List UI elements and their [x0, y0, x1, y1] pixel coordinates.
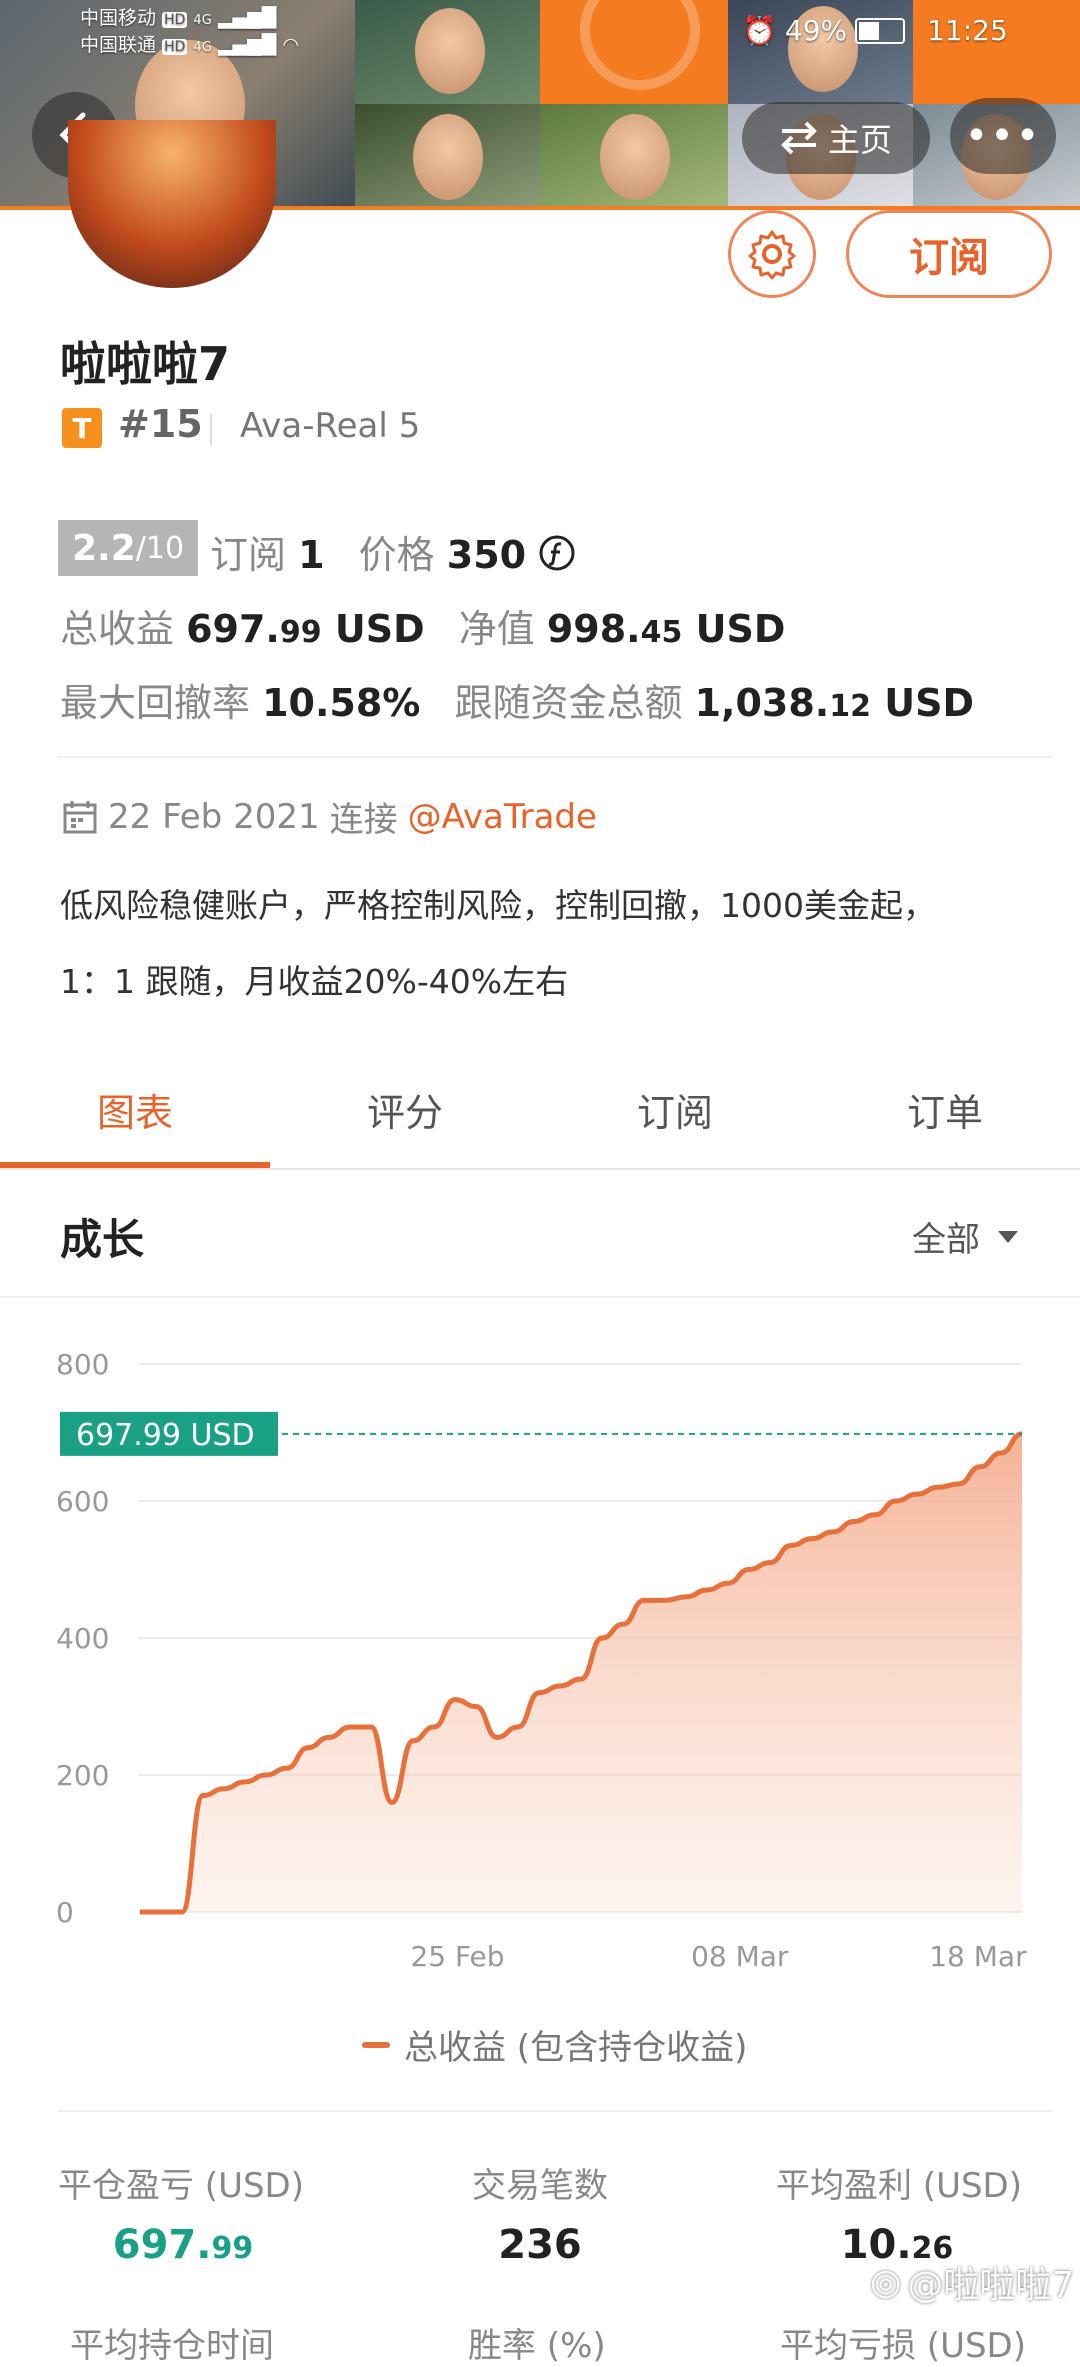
swap-arrows-icon: [781, 121, 817, 155]
status-right: ⏰ 49% 11:25: [742, 14, 1008, 47]
score-badge: 2.2/10: [58, 520, 199, 576]
banner-photo: [355, 0, 540, 104]
legend-swatch: [362, 2041, 390, 2048]
weibo-icon: ◎: [870, 2261, 902, 2303]
avg-hold-label: 平均持仓时间: [70, 2326, 274, 2366]
y-tick-label: 400: [56, 1622, 109, 1655]
divider: [0, 1296, 1080, 1298]
closed-pl-label: 平仓盈亏 (USD): [58, 2166, 304, 2206]
range-filter-dropdown[interactable]: 全部: [912, 1212, 1020, 1261]
divider: [58, 2110, 1052, 2112]
drawdown-follow-row: 最大回撤率 10.58% 跟随资金总额 1,038.12 USD: [60, 681, 974, 725]
tab-subscriptions[interactable]: 订阅: [540, 1082, 810, 1137]
trades-value: 236: [498, 2222, 582, 2268]
connect-info: 22 Feb 2021 连接 @AvaTrade: [62, 792, 597, 841]
carrier-info: 中国移动 HD 4G ▂▄▆█ 中国联通 HD 4G ▂▄▆█ ◠: [80, 7, 299, 56]
banner-photo: [355, 104, 540, 210]
alarm-icon: ⏰: [742, 14, 777, 47]
wifi-icon: ◠: [282, 34, 299, 56]
account-name: Ava-Real 5: [240, 406, 421, 446]
tier-badge: T: [62, 408, 102, 448]
gear-icon: [748, 230, 796, 280]
subs-price-row: 订阅 1 价格 350: [210, 524, 576, 579]
x-tick-label: 08 Mar: [691, 1940, 789, 1973]
tab-orders[interactable]: 订单: [810, 1082, 1080, 1137]
more-dots-icon: •••: [964, 113, 1042, 159]
growth-chart: 800 600 400 200 0 25 Feb 08 Mar 18 Mar 697.99 …: [56, 1348, 1027, 1973]
coin-icon: [539, 535, 575, 571]
trades-label: 交易笔数: [472, 2166, 608, 2206]
profit-equity-row: 总收益 697.99 USD 净值 998.45 USD: [60, 607, 786, 651]
x-tick-label: 18 Mar: [929, 1940, 1027, 1973]
account-description: 低风险稳健账户，严格控制风险，控制回撤，1000美金起， 1：1 跟随，月收益2…: [60, 886, 936, 1001]
avatar: [68, 120, 276, 288]
subscribe-button[interactable]: 订阅: [846, 210, 1052, 298]
current-value-label: 697.99 USD: [76, 1418, 255, 1453]
tab-chart[interactable]: 图表: [0, 1082, 270, 1137]
battery-icon: [855, 17, 906, 44]
y-tick-label: 200: [56, 1759, 109, 1792]
section-title: 成长: [60, 1215, 145, 1264]
avg-loss-label: 平均亏损 (USD): [780, 2326, 1026, 2366]
active-tab-indicator: [0, 1162, 270, 1168]
caret-down-icon: [998, 1230, 1018, 1243]
banner-pattern: [540, 0, 728, 104]
y-tick-label: 600: [56, 1485, 109, 1518]
divider: [58, 756, 1052, 758]
y-tick-label: 0: [56, 1896, 74, 1929]
settings-button[interactable]: [728, 210, 816, 298]
trader-name: 啦啦啦7: [60, 337, 231, 391]
calendar-icon: [63, 800, 97, 833]
more-options-button[interactable]: •••: [950, 98, 1056, 174]
weibo-watermark: ◎ @啦啦啦7: [870, 2261, 1075, 2307]
home-button[interactable]: 主页: [742, 102, 930, 174]
broker-link[interactable]: @AvaTrade: [408, 797, 597, 837]
chart-legend: 总收益 (包含持仓收益): [362, 2020, 747, 2069]
tab-bar: 图表 评分 订阅 订单: [0, 1058, 1080, 1170]
x-tick-label: 25 Feb: [410, 1940, 504, 1973]
win-rate-label: 胜率 (%): [468, 2326, 606, 2366]
tab-rating[interactable]: 评分: [270, 1082, 540, 1137]
banner-photo: [540, 104, 728, 210]
rank-label: #15: [118, 402, 203, 446]
y-tick-label: 800: [56, 1348, 109, 1381]
closed-pl-value: 697.99: [112, 2222, 254, 2268]
avg-profit-label: 平均盈利 (USD): [776, 2166, 1022, 2206]
separator: [210, 414, 212, 446]
